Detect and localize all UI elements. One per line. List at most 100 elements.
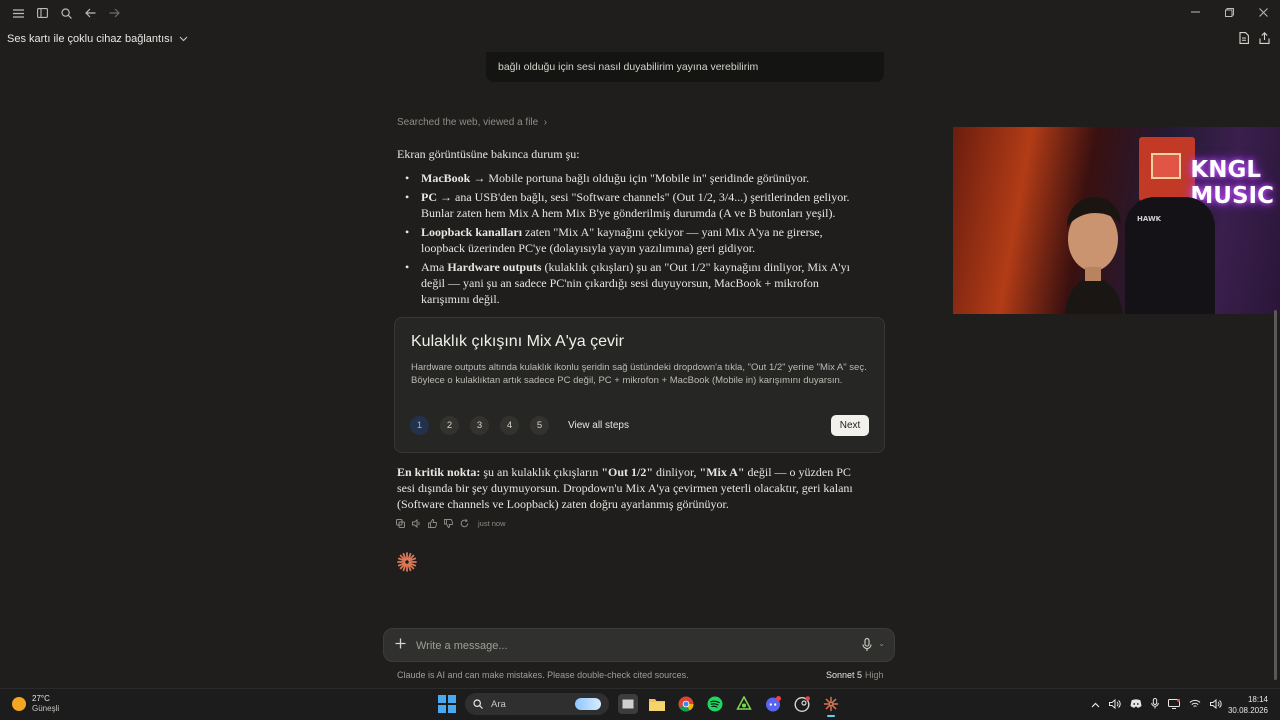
user-message-bubble: bağlı olduğu için sesi nasıl duyabilirim…: [486, 52, 884, 82]
bullet-text: → Mobile portuna bağlı olduğu için "Mobi…: [470, 171, 810, 185]
thumbs-up-icon[interactable]: [428, 519, 437, 528]
step-2-button[interactable]: 2: [440, 416, 459, 435]
neon-line-1: KNGL: [1190, 157, 1262, 183]
list-item: PC → ana USB'den bağlı, sesi "Software c…: [405, 189, 867, 221]
model-effort: High: [865, 670, 884, 680]
disclaimer-text: Claude is AI and can make mistakes. Plea…: [397, 670, 689, 680]
weather-condition: Güneşli: [32, 704, 60, 713]
copy-icon[interactable]: [396, 519, 405, 528]
model-name: Sonnet 5: [826, 670, 863, 680]
retry-icon[interactable]: [460, 519, 469, 528]
claude-app-icon[interactable]: [821, 694, 841, 717]
bullet-text: → ana USB'den bağlı, sesi "Software chan…: [421, 190, 850, 220]
speaker-icon[interactable]: [412, 519, 421, 528]
search-icon[interactable]: [54, 1, 78, 25]
search-icon: [473, 699, 483, 709]
microphone-icon[interactable]: [862, 638, 872, 652]
file-explorer-icon[interactable]: [647, 694, 667, 714]
step-pagination: 1 2 3 4 5 View all steps: [410, 416, 629, 435]
view-all-steps-link[interactable]: View all steps: [568, 420, 629, 431]
bullet-bold: Loopback kanalları: [421, 225, 523, 239]
message-input[interactable]: [416, 637, 846, 655]
weather-widget[interactable]: 27°C Güneşli: [12, 694, 59, 714]
document-icon[interactable]: [1239, 32, 1249, 47]
message-composer: ⌄: [383, 628, 895, 662]
step-1-button[interactable]: 1: [410, 416, 429, 435]
message-actions: just now: [396, 519, 506, 528]
microphone-tray-icon[interactable]: [1151, 698, 1159, 712]
add-attachment-icon[interactable]: [395, 636, 406, 654]
steps-card-description: Hardware outputs altında kulaklık ikonlu…: [411, 362, 867, 386]
chevron-down-icon: [179, 34, 188, 45]
list-item: Loopback kanalları zaten "Mix A" kaynağı…: [405, 224, 867, 256]
streamer-silhouette: [1065, 197, 1123, 314]
wall-poster: [1139, 137, 1195, 201]
clock-date: 30.08.2026: [1227, 706, 1268, 715]
green-app-icon[interactable]: [734, 694, 754, 714]
conversation-title-button[interactable]: Ses kartı ile çoklu cihaz bağlantısı: [7, 33, 188, 45]
forward-arrow-icon[interactable]: [102, 1, 126, 25]
response-bullet-list: MacBook → Mobile portuna bağlı olduğu iç…: [397, 170, 867, 307]
neon-sign: KNGL MUSIC: [1190, 157, 1274, 209]
minimize-icon[interactable]: [1178, 0, 1212, 24]
response-intro: Ekran görüntüsüne bakınca durum şu:: [397, 147, 580, 161]
taskbar-search-box[interactable]: Ara: [465, 693, 609, 715]
spotify-icon[interactable]: [705, 694, 725, 714]
response-conclusion: En kritik nokta: şu an kulaklık çıkışlar…: [397, 464, 867, 512]
chevron-down-icon[interactable]: ⌄: [878, 639, 885, 648]
volume-icon[interactable]: [1210, 698, 1222, 712]
bullet-bold: PC: [421, 190, 437, 204]
message-timestamp: just now: [478, 519, 506, 528]
conversation-header: Ses kartı ile çoklu cihaz bağlantısı: [0, 28, 1280, 54]
user-message-text: bağlı olduğu için sesi nasıl duyabilirim…: [498, 61, 759, 73]
bullet-bold: Hardware outputs: [447, 260, 542, 274]
network-icon[interactable]: [1189, 699, 1201, 712]
sun-icon: [12, 697, 26, 711]
conclusion-bold-2: "Mix A": [699, 465, 745, 479]
bullet-bold: MacBook: [421, 171, 471, 185]
share-icon[interactable]: [1259, 32, 1270, 47]
sidebar-toggle-icon[interactable]: [30, 1, 54, 25]
list-item: Ama Hardware outputs (kulaklık çıkışları…: [405, 259, 867, 307]
bullet-prefix: Ama: [421, 260, 448, 274]
step-3-button[interactable]: 3: [470, 416, 489, 435]
audio-device-icon[interactable]: [1109, 698, 1121, 712]
weather-temperature: 27°C: [32, 694, 50, 703]
clock-time: 18:14: [1247, 695, 1268, 704]
next-step-button[interactable]: Next: [831, 415, 869, 436]
webcam-overlay: KNGL MUSIC HAWK: [953, 127, 1280, 314]
claude-spark-icon: [397, 552, 417, 572]
chevron-up-icon[interactable]: [1091, 700, 1100, 711]
conclusion-text-2: dinliyor,: [653, 465, 700, 479]
menu-icon[interactable]: [6, 1, 30, 25]
close-icon[interactable]: [1246, 0, 1280, 24]
list-item: MacBook → Mobile portuna bağlı olduğu iç…: [405, 170, 867, 186]
steam-icon[interactable]: [792, 694, 812, 714]
maximize-icon[interactable]: [1212, 0, 1246, 24]
windows-start-icon[interactable]: [438, 695, 456, 713]
chevron-right-icon: ›: [540, 117, 548, 128]
taskbar-clock[interactable]: 18:14 30.08.2026: [1228, 694, 1268, 716]
display-icon[interactable]: [1168, 698, 1180, 712]
conversation-title: Ses kartı ile çoklu cihaz bağlantısı: [7, 33, 173, 45]
assistant-response: Ekran görüntüsüne bakınca durum şu: MacB…: [397, 146, 867, 310]
title-bar: [0, 0, 1280, 26]
task-view-icon[interactable]: [618, 694, 638, 714]
steps-card: Kulaklık çıkışını Mix A'ya çevir Hardwar…: [394, 317, 885, 453]
conclusion-bold-1: "Out 1/2": [601, 465, 654, 479]
taskbar-search-placeholder: Ara: [491, 698, 506, 710]
tool-summary[interactable]: Searched the web, viewed a file ›: [397, 117, 547, 128]
discord-icon[interactable]: [763, 694, 783, 714]
system-tray: [1091, 698, 1222, 712]
step-4-button[interactable]: 4: [500, 416, 519, 435]
steps-card-title: Kulaklık çıkışını Mix A'ya çevir: [411, 333, 624, 350]
chrome-icon[interactable]: [676, 694, 696, 714]
search-highlight-icon: [575, 698, 601, 710]
scrollbar[interactable]: [1274, 310, 1277, 680]
discord-tray-icon[interactable]: [1130, 698, 1142, 712]
back-arrow-icon[interactable]: [78, 1, 102, 25]
windows-taskbar: 27°C Güneşli Ara 18:14 30.08.2026: [0, 688, 1280, 720]
thumbs-down-icon[interactable]: [444, 519, 453, 528]
model-selector[interactable]: Sonnet 5 High: [826, 670, 884, 680]
step-5-button[interactable]: 5: [530, 416, 549, 435]
